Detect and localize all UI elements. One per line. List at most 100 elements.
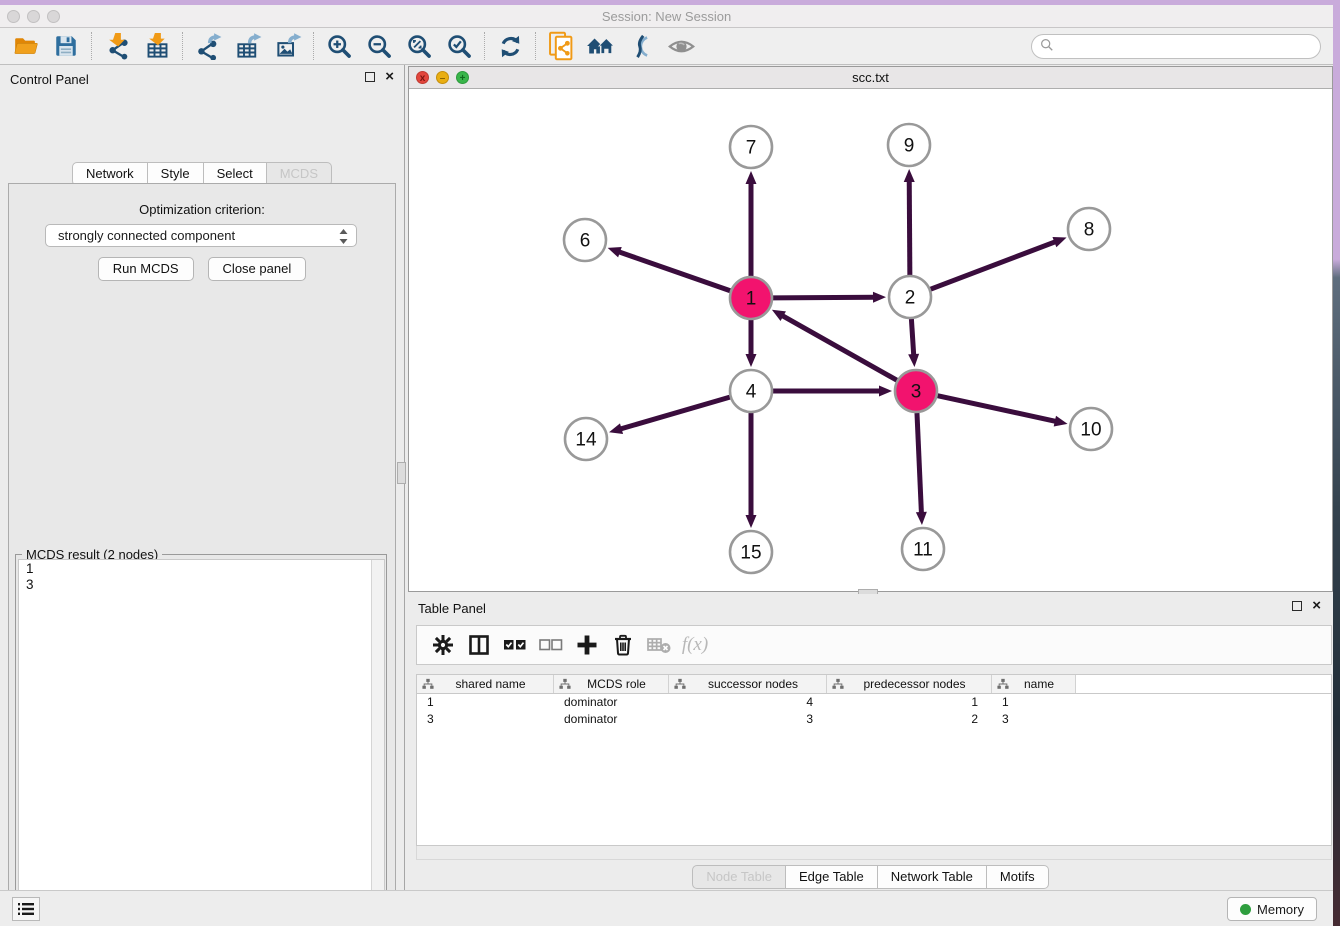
column-header-MCDS-role[interactable]: MCDS role <box>554 675 669 693</box>
column-header-shared-name[interactable]: shared name <box>417 675 554 693</box>
control-panel-float-icon[interactable] <box>365 72 375 82</box>
cell-shared-name[interactable]: 1 <box>417 694 554 711</box>
graph-edge-3-10[interactable] <box>937 396 1057 422</box>
open-folder-icon[interactable] <box>9 30 43 62</box>
graph-node-label: 7 <box>746 138 757 159</box>
network-from-document-icon[interactable] <box>544 30 578 62</box>
tab-motifs[interactable]: Motifs <box>987 865 1049 889</box>
column-type-icon <box>832 678 844 690</box>
graph-edge-2-8[interactable] <box>931 241 1058 289</box>
graph-node-label: 2 <box>905 288 916 309</box>
graph-edge-4-14[interactable] <box>619 397 730 429</box>
tab-edge-table[interactable]: Edge Table <box>786 865 878 889</box>
gear-icon[interactable] <box>425 628 461 662</box>
status-bar: Memory <box>0 890 1333 926</box>
style-painter-icon[interactable] <box>624 30 658 62</box>
cell-successor-nodes[interactable]: 4 <box>669 694 827 711</box>
graph-node-label: 8 <box>1084 220 1095 241</box>
graph-edge-arrowhead <box>746 354 757 367</box>
column-header-label: predecessor nodes <box>844 677 991 691</box>
cell-shared-name[interactable]: 3 <box>417 711 554 728</box>
column-header-label: name <box>1009 677 1075 691</box>
import-table-icon[interactable] <box>140 30 174 62</box>
table-panel-close-icon[interactable]: × <box>1312 601 1321 611</box>
network-window-titlebar: x – + scc.txt <box>409 67 1332 89</box>
zoom-out-icon[interactable] <box>362 30 396 62</box>
graph-node-label: 9 <box>904 136 915 157</box>
graph-edge-1-2[interactable] <box>773 297 876 298</box>
graph-edge-1-6[interactable] <box>617 251 730 291</box>
graph-edge-2-9[interactable] <box>909 179 910 275</box>
unselect-all-icon[interactable] <box>533 628 569 662</box>
graph-edge-arrowhead <box>1054 416 1068 427</box>
show-hide-details-icon[interactable] <box>664 30 698 62</box>
cell-successor-nodes[interactable]: 3 <box>669 711 827 728</box>
cell-predecessor-nodes[interactable]: 2 <box>827 711 992 728</box>
tab-network-table[interactable]: Network Table <box>878 865 987 889</box>
cell-name[interactable]: 3 <box>992 711 1076 728</box>
import-network-icon[interactable] <box>100 30 134 62</box>
result-scrollbar[interactable] <box>371 560 384 926</box>
network-view-window: x – + scc.txt 1234678910111415 <box>408 66 1333 592</box>
memory-status-icon <box>1240 904 1251 915</box>
graph-edge-arrowhead <box>904 169 915 182</box>
table-panel-header: Table Panel × <box>408 594 1333 622</box>
graph-edge-2-3[interactable] <box>911 319 913 357</box>
zoom-fit-icon[interactable] <box>402 30 436 62</box>
control-panel: Control Panel × NetworkStyleSelectMCDS O… <box>0 65 404 890</box>
columns-icon[interactable] <box>461 628 497 662</box>
graph-node-label: 6 <box>580 231 591 252</box>
close-panel-button[interactable]: Close panel <box>208 257 307 281</box>
graph-edge-arrowhead <box>1052 237 1066 247</box>
graph-node-label: 11 <box>913 540 933 561</box>
column-header-label: successor nodes <box>686 677 826 691</box>
search-field[interactable] <box>1031 34 1321 59</box>
add-row-icon[interactable] <box>569 628 605 662</box>
dropdown-chevrons-icon <box>338 228 349 248</box>
column-header-name[interactable]: name <box>992 675 1076 693</box>
delete-row-icon[interactable] <box>605 628 641 662</box>
cell-name[interactable]: 1 <box>992 694 1076 711</box>
column-header-predecessor-nodes[interactable]: predecessor nodes <box>827 675 992 693</box>
export-image-icon[interactable] <box>271 30 305 62</box>
cell-MCDS-role[interactable]: dominator <box>554 694 669 711</box>
export-network-icon[interactable] <box>191 30 225 62</box>
select-all-icon[interactable] <box>497 628 533 662</box>
refresh-layout-icon[interactable] <box>493 30 527 62</box>
graph-edge-arrowhead <box>916 512 927 525</box>
graph-edge-arrowhead <box>608 247 622 257</box>
run-mcds-button[interactable]: Run MCDS <box>98 257 194 281</box>
table-row[interactable]: 3dominator323 <box>417 711 1331 728</box>
criterion-dropdown[interactable]: strongly connected component <box>45 224 357 247</box>
delete-table-icon <box>641 628 677 662</box>
cell-MCDS-role[interactable]: dominator <box>554 711 669 728</box>
column-header-successor-nodes[interactable]: successor nodes <box>669 675 827 693</box>
mcds-result-group: MCDS result (2 nodes) 13 <box>15 554 387 926</box>
home-icon[interactable] <box>584 30 618 62</box>
cell-predecessor-nodes[interactable]: 1 <box>827 694 992 711</box>
table-tabs: Node TableEdge TableNetwork TableMotifs <box>408 865 1333 889</box>
task-history-button[interactable] <box>12 897 40 921</box>
table-row[interactable]: 1dominator411 <box>417 694 1331 711</box>
graph-edge-arrowhead <box>908 354 919 367</box>
graph-node-label: 3 <box>911 382 922 403</box>
vertical-splitter-handle[interactable] <box>397 462 406 484</box>
graph-edge-3-1[interactable] <box>781 315 897 381</box>
window-titlebar: Session: New Session <box>0 5 1333 28</box>
zoom-selected-icon[interactable] <box>442 30 476 62</box>
zoom-in-icon[interactable] <box>322 30 356 62</box>
search-input[interactable] <box>1059 37 1320 57</box>
export-table-icon[interactable] <box>231 30 265 62</box>
save-session-icon[interactable] <box>49 30 83 62</box>
table-panel-float-icon[interactable] <box>1292 601 1302 611</box>
table-hscroll-track[interactable] <box>416 846 1332 860</box>
network-canvas[interactable]: 1234678910111415 <box>409 89 1332 591</box>
list-icon <box>17 901 35 917</box>
search-icon <box>1040 38 1054 55</box>
mcds-result-textarea[interactable]: 13 <box>18 559 385 926</box>
memory-button[interactable]: Memory <box>1227 897 1317 921</box>
control-panel-close-icon[interactable]: × <box>385 72 394 82</box>
graph-edge-arrowhead <box>879 386 892 397</box>
tab-node-table[interactable]: Node Table <box>692 865 786 889</box>
graph-edge-3-11[interactable] <box>917 413 922 515</box>
